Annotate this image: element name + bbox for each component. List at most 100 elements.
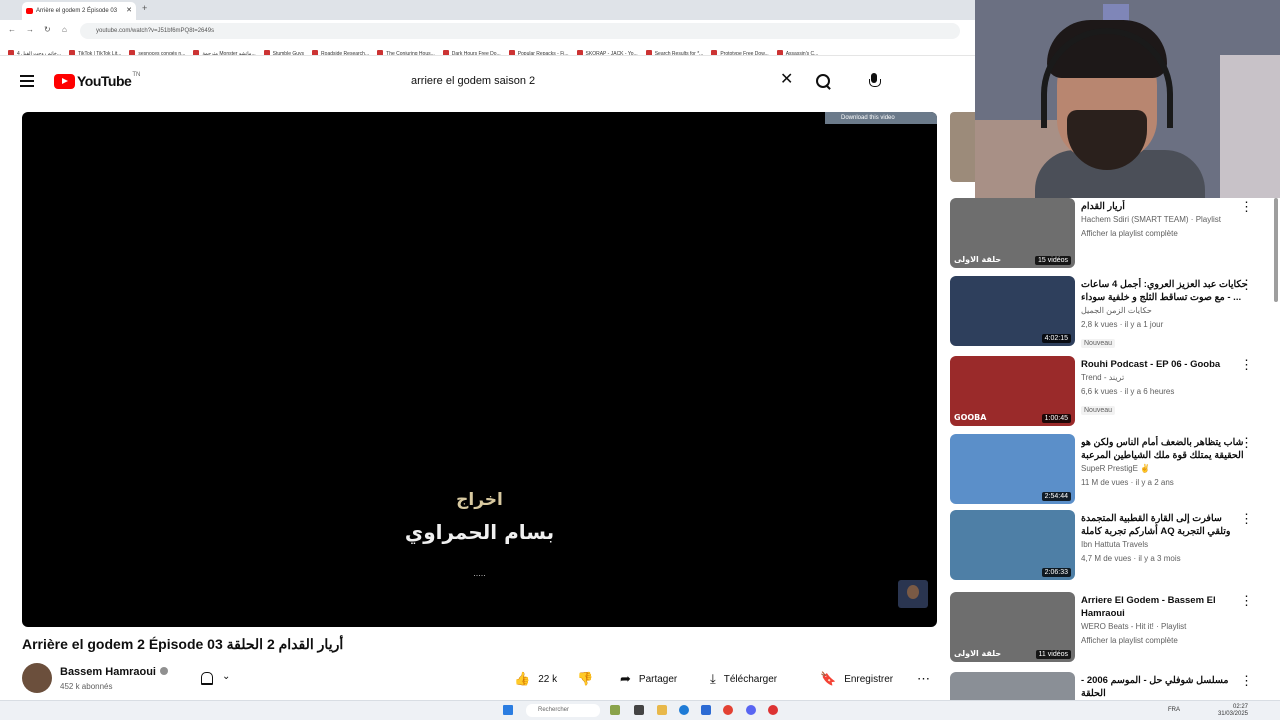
video-thumbnail[interactable]: 2:54:44 bbox=[950, 434, 1075, 504]
recommendation-title[interactable]: سافرت إلى القارة القطبية المتجمدة أشاركم… bbox=[1081, 512, 1251, 538]
recommendation-title[interactable]: Arriere El Godem - Bassem El Hamraoui bbox=[1081, 594, 1251, 620]
more-actions-button[interactable]: ⋯ bbox=[917, 671, 938, 687]
bookmark-item[interactable]: TikTok | TikTok Lit... bbox=[69, 47, 121, 55]
channel-watermark[interactable] bbox=[898, 580, 928, 608]
bookmark-item[interactable]: The Conjuring Hous... bbox=[377, 47, 435, 55]
recommendation-item[interactable]: حلقة الاولى 15 vidéos أريار القدام Hachem S… bbox=[950, 198, 1272, 270]
menu-icon[interactable] bbox=[20, 75, 34, 87]
browser-tab[interactable]: Arrière el godem 2 Épisode 03 ✕ bbox=[22, 2, 136, 20]
recommendation-channel: SupeR PrestigE ✌ bbox=[1081, 464, 1151, 473]
windows-start-icon[interactable] bbox=[503, 705, 513, 715]
sidebar-scrollbar[interactable] bbox=[1274, 198, 1278, 302]
recommendation-title[interactable]: حكايات عبد العزيز العروي: أجمل 4 ساعات م… bbox=[1081, 278, 1251, 304]
more-options-icon[interactable] bbox=[1240, 593, 1253, 610]
chevron-down-icon[interactable]: ⌄ bbox=[222, 671, 230, 682]
bookmark-item[interactable]: Popular Repacks - Fi... bbox=[509, 47, 569, 55]
taskbar-app-icon[interactable] bbox=[610, 705, 620, 715]
duration-badge: 2:06:33 bbox=[1041, 568, 1071, 577]
recommendation-item[interactable]: حلقة الاولى 11 vidéos Arriere El Godem - B… bbox=[950, 592, 1272, 664]
recommendation-item[interactable]: GOOBA 1:00:45 Rouhi Podcast - EP 06 - Goob… bbox=[950, 356, 1272, 428]
system-tray[interactable]: FRA 02:27 31/03/2025 bbox=[1168, 704, 1248, 718]
microphone-icon[interactable] bbox=[869, 73, 881, 90]
search-box[interactable]: arriere el godem saison 2 bbox=[398, 66, 806, 96]
recommendation-info: أريار القدام Hachem Sdiri (SMART TEAM) · … bbox=[1081, 200, 1251, 241]
file-explorer-icon[interactable] bbox=[657, 705, 667, 715]
partial-thumbnail[interactable] bbox=[950, 112, 975, 182]
video-thumbnail[interactable]: حلقة الاولى 11 vidéos bbox=[950, 592, 1075, 662]
bookmark-item[interactable]: خاتم روجت الفيل 4... bbox=[8, 47, 61, 55]
edge-icon[interactable] bbox=[679, 705, 689, 715]
bookmark-item[interactable]: Search Results for *... bbox=[646, 47, 704, 55]
youtube-logo[interactable]: YouTube TN bbox=[54, 72, 140, 89]
forward-icon[interactable]: → bbox=[26, 25, 34, 34]
recommendation-item[interactable]: 2:06:33 سافرت إلى القارة القطبية المتجمدة… bbox=[950, 510, 1272, 582]
close-tab-icon[interactable]: ✕ bbox=[126, 2, 132, 20]
recommendation-title[interactable]: شاب يتظاهر بالضعف أمام الناس ولكن هو الح… bbox=[1081, 436, 1251, 462]
recommendation-item[interactable]: 4:02:15 حكايات عبد العزيز العروي: أجمل 4 … bbox=[950, 276, 1272, 348]
reload-icon[interactable]: ↻ bbox=[44, 25, 51, 34]
app-icon[interactable] bbox=[768, 705, 778, 715]
thumbs-down-icon: 👎 bbox=[577, 671, 594, 686]
back-icon[interactable]: ← bbox=[8, 25, 16, 34]
video-thumbnail[interactable]: 4:02:15 bbox=[950, 276, 1075, 346]
search-icon[interactable] bbox=[815, 73, 833, 91]
download-video-banner[interactable]: Download this video bbox=[825, 112, 937, 124]
recommendation-title[interactable]: أريار القدام bbox=[1081, 200, 1251, 213]
video-player[interactable]: Download this video اخراج بسام الحمراوي … bbox=[22, 112, 937, 627]
bookmark-item[interactable]: Prototype Free Dow... bbox=[711, 47, 768, 55]
recommendation-item[interactable]: 2:54:44 شاب يتظاهر بالضعف أمام الناس ولكن… bbox=[950, 434, 1272, 506]
new-tab-icon[interactable]: + bbox=[142, 3, 147, 13]
bookmarks-bar: خاتم روجت الفيل 4... TikTok | TikTok Lit.… bbox=[0, 42, 975, 56]
save-button[interactable]: 🔖 Enregistrer bbox=[820, 671, 893, 687]
bookmark-item[interactable]: sesnoces congés n... bbox=[129, 47, 185, 55]
channel-name-text[interactable]: Bassem Hamraoui bbox=[60, 666, 156, 678]
recommendation-channel: Ibn Hattuta Travels bbox=[1081, 540, 1149, 549]
like-button[interactable]: 👍 22 k bbox=[514, 671, 557, 687]
bookmark-item[interactable]: Assassin's C... bbox=[777, 47, 819, 55]
video-thumbnail[interactable]: 2:06:33 bbox=[950, 510, 1075, 580]
video-thumbnail[interactable]: GOOBA 1:00:45 bbox=[950, 356, 1075, 426]
youtube-play-icon bbox=[54, 73, 75, 89]
bookmark-item[interactable]: مترجمة Monster ماتشو... bbox=[193, 47, 255, 55]
more-options-icon[interactable] bbox=[1240, 511, 1253, 528]
recommendation-info: شاب يتظاهر بالضعف أمام الناس ولكن هو الح… bbox=[1081, 436, 1251, 490]
recommendation-meta: 4,7 M de vues · il y a 3 mois bbox=[1081, 554, 1181, 563]
recommendation-info: Rouhi Podcast - EP 06 - Gooba Trend - تري… bbox=[1081, 358, 1251, 417]
store-icon[interactable] bbox=[701, 705, 711, 715]
share-button[interactable]: ➦ Partager bbox=[620, 671, 677, 687]
taskbar-search[interactable]: Rechercher bbox=[526, 704, 600, 717]
channel-name[interactable]: Bassem Hamraoui bbox=[60, 666, 168, 678]
bookmark-item[interactable]: Roadside Research... bbox=[312, 47, 369, 55]
taskbar-terminal-icon[interactable] bbox=[634, 705, 644, 715]
bookmark-item[interactable]: Stumble Guys bbox=[264, 47, 304, 55]
bookmark-item[interactable]: SKORAP - JACK - Yo... bbox=[577, 47, 638, 55]
recommendation-title[interactable]: مسلسل شوفلي حل - الموسم 2006 - الحلقة bbox=[1081, 674, 1251, 700]
share-label: Partager bbox=[638, 673, 678, 685]
dislike-button[interactable]: 👎 bbox=[577, 671, 601, 687]
bookmark-item[interactable]: Dark Hours Free Do... bbox=[443, 47, 501, 55]
clear-search-icon[interactable]: ✕ bbox=[780, 70, 793, 90]
address-bar[interactable]: youtube.com/watch?v=J51bf6mPQ8t=2649s bbox=[80, 23, 960, 39]
video-thumbnail[interactable]: حلقة الاولى 15 vidéos bbox=[950, 198, 1075, 268]
more-options-icon[interactable] bbox=[1240, 199, 1253, 216]
recommendation-title[interactable]: Rouhi Podcast - EP 06 - Gooba bbox=[1081, 358, 1251, 371]
chrome-icon[interactable] bbox=[723, 705, 733, 715]
video-title: Arrière el godem 2 Épisode 03 أريار القد… bbox=[22, 636, 344, 652]
thumbnail-text: GOOBA bbox=[954, 413, 987, 422]
search-input[interactable]: arriere el godem saison 2 bbox=[411, 75, 535, 87]
thumbnail-text: حلقة الاولى bbox=[954, 255, 1002, 264]
more-options-icon[interactable] bbox=[1240, 357, 1253, 374]
download-button[interactable]: ⤓ Télécharger bbox=[710, 671, 777, 687]
bell-icon[interactable] bbox=[199, 671, 213, 685]
webcam-wall-right bbox=[1220, 55, 1280, 198]
discord-icon[interactable] bbox=[746, 705, 756, 715]
more-options-icon[interactable] bbox=[1240, 673, 1253, 690]
home-icon[interactable]: ⌂ bbox=[62, 25, 67, 34]
clock-date: 31/03/2025 bbox=[1217, 711, 1248, 717]
channel-avatar[interactable] bbox=[22, 663, 52, 693]
more-options-icon[interactable] bbox=[1240, 277, 1253, 294]
duration-badge: 4:02:15 bbox=[1041, 334, 1071, 343]
more-options-icon[interactable] bbox=[1240, 435, 1253, 452]
thumbnail-text: حلقة الاولى bbox=[954, 649, 1002, 658]
thumbs-up-icon: 👍 bbox=[514, 671, 531, 686]
